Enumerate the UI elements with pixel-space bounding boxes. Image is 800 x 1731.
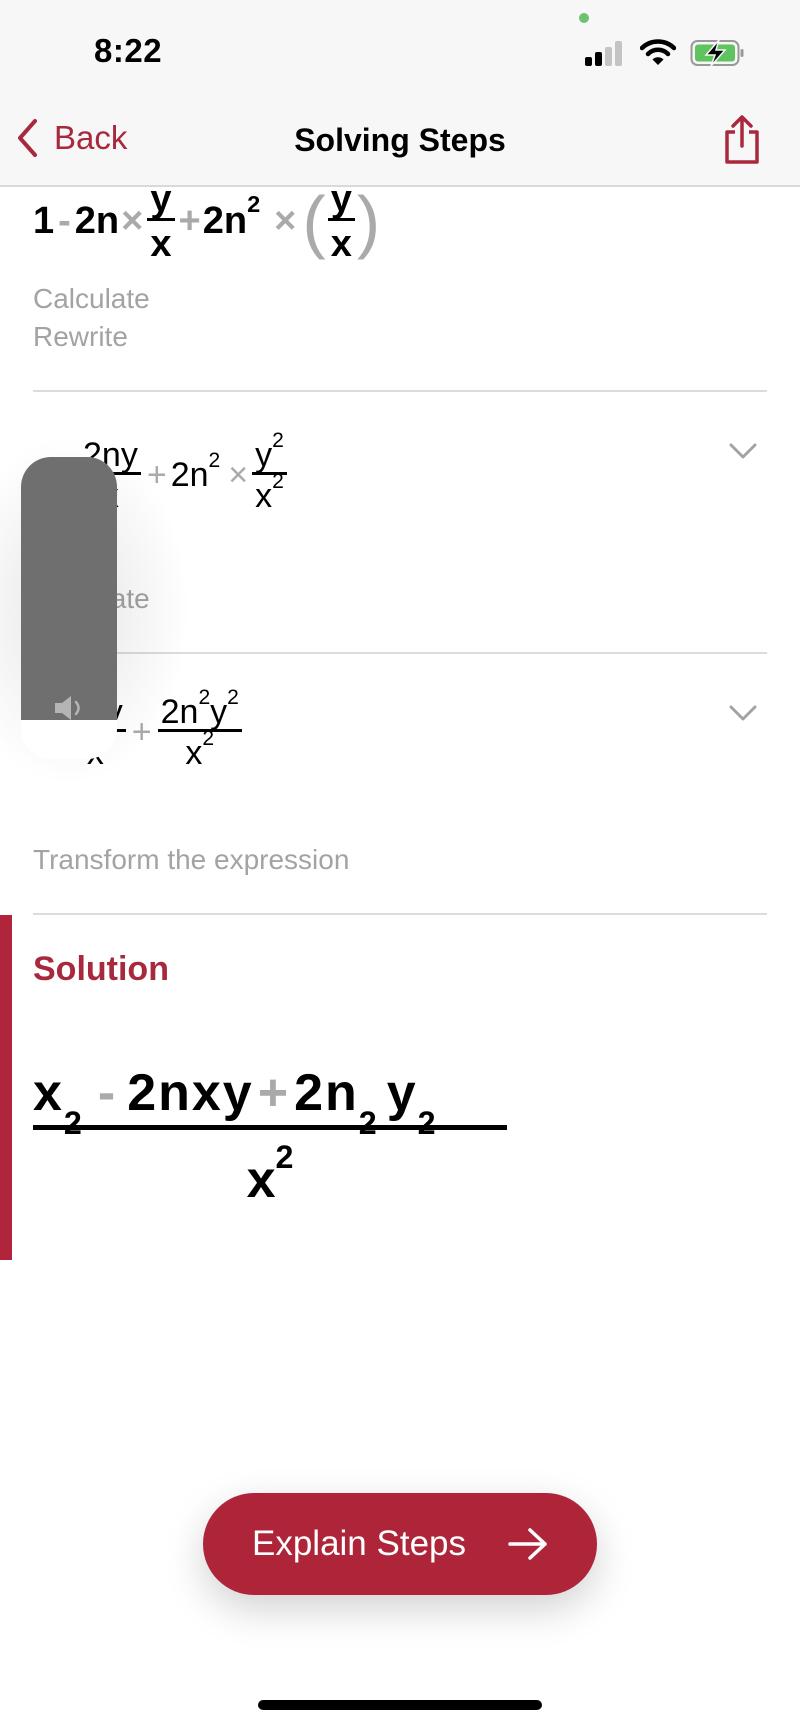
- battery-charging-icon: [690, 39, 744, 67]
- math-fraction: y x: [147, 180, 175, 263]
- chevron-down-icon[interactable]: [729, 704, 757, 722]
- chevron-down-icon[interactable]: [729, 442, 757, 460]
- paren-close: ): [356, 182, 381, 260]
- math-operator: -: [58, 199, 71, 242]
- divider: [33, 390, 767, 392]
- share-icon: [725, 115, 759, 164]
- math-operator: ×: [228, 456, 249, 494]
- volume-level-fill: [21, 457, 117, 720]
- explain-steps-label: Explain Steps: [251, 1524, 467, 1563]
- volume-hud[interactable]: [21, 457, 117, 759]
- math-term: 1: [33, 199, 55, 242]
- solution-denominator: x2: [246, 1138, 294, 1209]
- share-button[interactable]: [722, 114, 762, 166]
- cellular-signal-icon: [585, 40, 625, 66]
- paren-open: (: [302, 182, 326, 260]
- step-1-description-1: Calculate: [33, 283, 150, 314]
- math-operator: +: [131, 713, 152, 751]
- solution-label: Solution: [33, 950, 169, 988]
- solution-accent-bar: [0, 915, 12, 1260]
- step-1-description-2: Rewrite: [33, 321, 128, 352]
- divider: [33, 913, 767, 915]
- math-term: 2n: [74, 199, 120, 242]
- camera-indicator-dot: [579, 13, 589, 23]
- math-operator: ×: [121, 199, 144, 242]
- explain-steps-button[interactable]: Explain Steps: [203, 1493, 597, 1595]
- top-bar: 8:22 Back Solving Steps: [0, 0, 800, 187]
- page-title: Solving Steps: [294, 122, 506, 158]
- math-fraction: y2 x2: [252, 430, 287, 513]
- math-term: 2n2: [170, 449, 221, 494]
- speaker-icon: [55, 696, 80, 720]
- step-3-description: Transform the expression: [33, 844, 350, 875]
- divider: [33, 652, 767, 654]
- solution-numerator: x2 - 2nxy + 2n 2 y2: [33, 1064, 438, 1141]
- home-indicator[interactable]: [258, 1700, 542, 1710]
- math-operator: +: [146, 456, 167, 494]
- math-term: 2n2: [202, 190, 261, 242]
- step-1-expression: 1 - 2n × y x + 2n2 × ( y x ): [33, 176, 380, 266]
- math-fraction: y x: [327, 180, 355, 263]
- wifi-icon: [640, 39, 676, 65]
- math-fraction: 2n2y2 x2: [157, 687, 242, 770]
- math-operator: +: [178, 199, 201, 242]
- arrow-right-icon: [508, 1528, 547, 1560]
- solution-expression: x2 - 2nxy + 2n 2 y2 x2: [33, 1028, 507, 1210]
- math-operator: ×: [274, 199, 297, 242]
- status-time: 8:22: [94, 32, 163, 69]
